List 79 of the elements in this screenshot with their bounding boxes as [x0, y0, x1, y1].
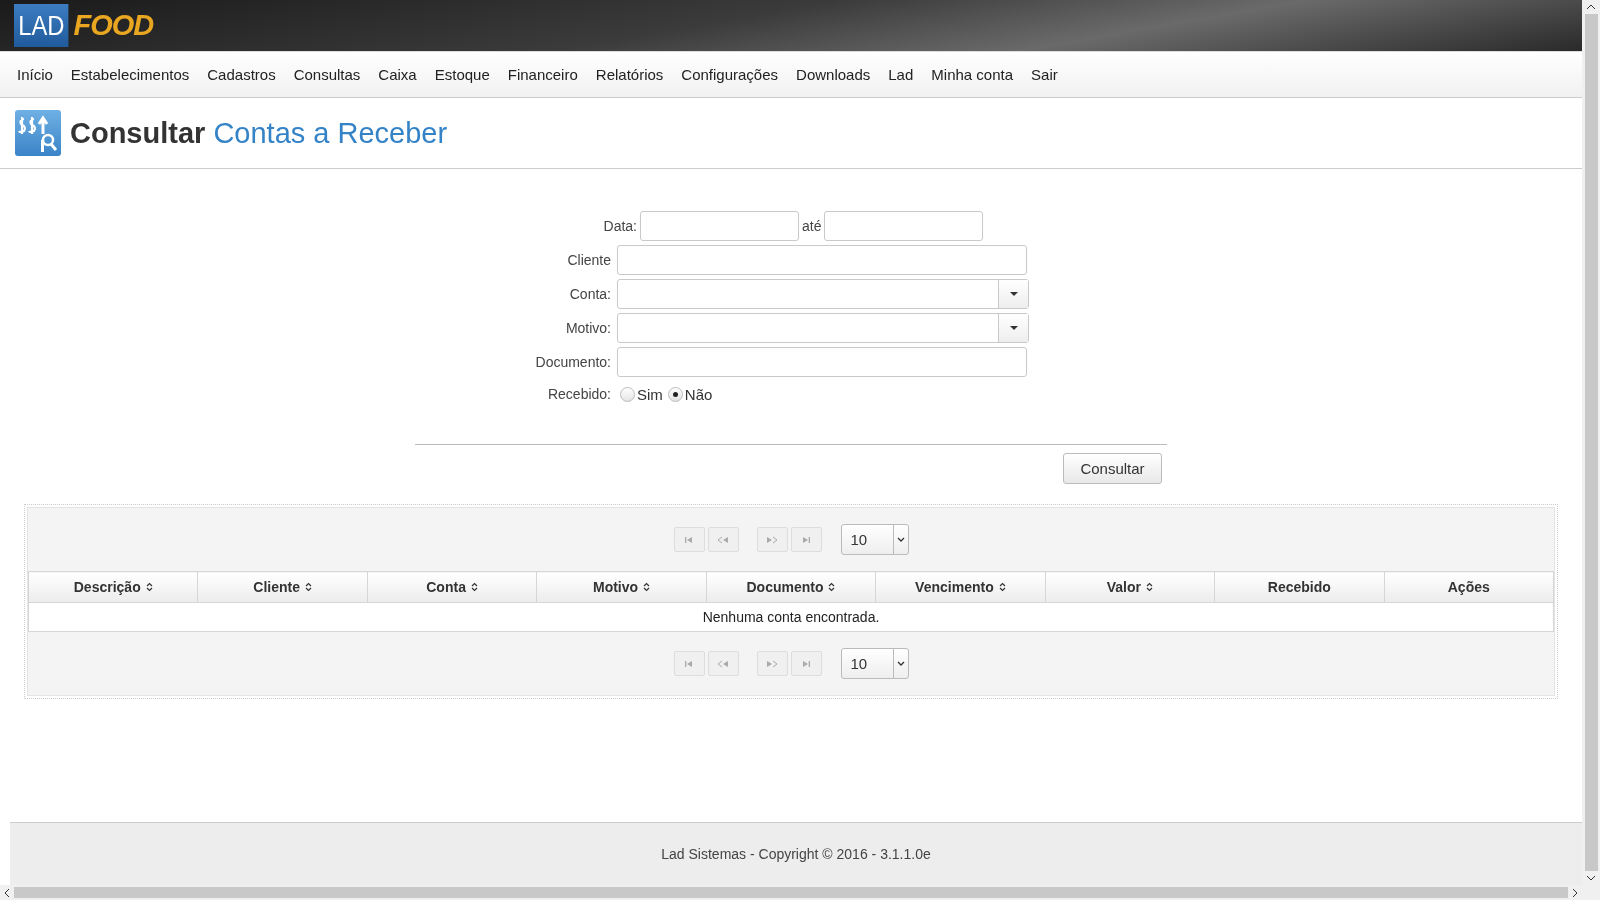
- radio-label[interactable]: Não: [684, 385, 713, 403]
- menu-item[interactable]: Cadastros: [198, 66, 285, 83]
- date-to-field[interactable]: [824, 211, 984, 241]
- logo-lad: LAD: [14, 4, 69, 47]
- sort-icon: [1145, 582, 1153, 592]
- previous-page-button[interactable]: [707, 651, 739, 676]
- menu-item[interactable]: Caixa: [369, 66, 426, 83]
- first-page-icon: [684, 535, 694, 544]
- text-field[interactable]: [617, 245, 1027, 275]
- last-page-icon: [801, 659, 811, 668]
- menu-item[interactable]: Estoque: [425, 66, 499, 83]
- next-page-button[interactable]: [756, 651, 788, 676]
- sort-icon: [828, 582, 836, 592]
- page-size-select[interactable]: 10: [840, 524, 909, 555]
- sort-icon: [145, 582, 153, 592]
- field-label: Documento:: [534, 354, 611, 370]
- caret-icon: [1009, 326, 1018, 330]
- menu-item[interactable]: Sair: [1022, 66, 1067, 83]
- menu-item[interactable]: Configurações: [672, 66, 788, 83]
- field-label: Recebido:: [546, 386, 611, 402]
- search-button[interactable]: Consultar: [1063, 453, 1162, 484]
- last-page-icon: [801, 535, 811, 544]
- scroll-left-icon[interactable]: [4, 887, 10, 898]
- menu-item[interactable]: Financeiro: [498, 66, 587, 83]
- scroll-up-icon[interactable]: [1586, 4, 1596, 10]
- last-page-button[interactable]: [790, 527, 822, 552]
- field-label: Cliente: [566, 252, 611, 268]
- chevron-down-icon: [896, 537, 905, 542]
- menu-item[interactable]: Downloads: [787, 66, 880, 83]
- radio-button[interactable]: [667, 386, 683, 402]
- sort-icon: [470, 582, 478, 592]
- page-size-select[interactable]: 10: [840, 648, 909, 679]
- dropdown-field[interactable]: [617, 313, 1029, 343]
- page-title: Consultar Contas a Receber: [70, 116, 448, 150]
- column-header[interactable]: Valor: [1045, 571, 1215, 603]
- field-label: Data:: [602, 218, 637, 234]
- next-page-icon: [766, 535, 778, 544]
- radio-label[interactable]: Sim: [637, 385, 663, 403]
- last-page-button[interactable]: [790, 651, 822, 676]
- scroll-right-icon[interactable]: [1572, 887, 1578, 898]
- radio-button[interactable]: [620, 386, 635, 402]
- previous-page-icon: [717, 659, 729, 668]
- sort-icon: [998, 582, 1006, 592]
- chevron-down-icon: [896, 661, 905, 666]
- next-page-icon: [766, 659, 778, 668]
- field-label: Motivo:: [564, 320, 611, 336]
- menu-item[interactable]: Início: [8, 66, 62, 83]
- previous-page-icon: [717, 535, 729, 544]
- money-search-icon: [15, 110, 61, 156]
- logo-food: FOOD: [73, 9, 154, 42]
- menu-item[interactable]: Estabelecimentos: [61, 66, 199, 83]
- first-page-button[interactable]: [673, 651, 705, 676]
- previous-page-button[interactable]: [707, 527, 739, 552]
- menu-item[interactable]: Consultas: [284, 66, 370, 83]
- menu-item[interactable]: Minha conta: [922, 66, 1023, 83]
- next-page-button[interactable]: [756, 527, 788, 552]
- first-page-icon: [684, 659, 694, 668]
- column-header[interactable]: Ações: [1384, 571, 1554, 603]
- column-header[interactable]: Vencimento: [875, 571, 1046, 603]
- first-page-button[interactable]: [673, 527, 705, 552]
- dropdown-field[interactable]: [617, 279, 1029, 309]
- column-header[interactable]: Documento: [706, 571, 876, 603]
- sort-icon: [643, 582, 651, 592]
- date-from-field[interactable]: [640, 211, 799, 241]
- field-label: Conta:: [568, 286, 611, 302]
- copyright-text: Lad Sistemas - Copyright © 2016 - 3.1.1.0e: [661, 846, 931, 862]
- empty-message: Nenhuma conta encontrada.: [28, 602, 1554, 632]
- column-header[interactable]: Descrição: [28, 571, 198, 603]
- field-label: até: [802, 218, 822, 234]
- column-header[interactable]: Motivo: [536, 571, 707, 603]
- sort-icon: [305, 582, 312, 592]
- menu-item[interactable]: Lad: [879, 66, 923, 83]
- column-header[interactable]: Cliente: [197, 571, 368, 603]
- text-field[interactable]: [617, 347, 1027, 377]
- column-header[interactable]: Recebido: [1214, 571, 1384, 603]
- scroll-down-icon[interactable]: [1586, 875, 1596, 881]
- caret-icon: [1009, 292, 1018, 296]
- menu-item[interactable]: Relatórios: [586, 66, 673, 83]
- column-header[interactable]: Conta: [367, 571, 537, 603]
